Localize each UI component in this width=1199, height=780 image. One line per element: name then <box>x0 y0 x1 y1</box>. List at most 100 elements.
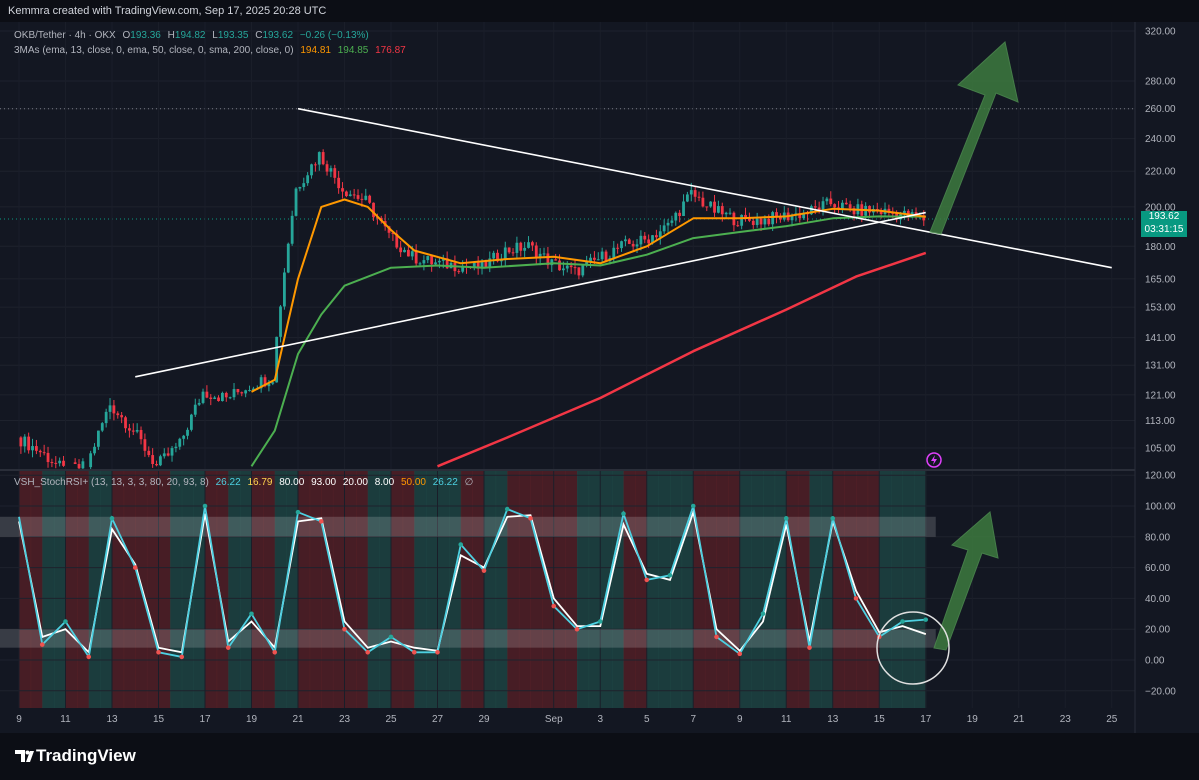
candle-body <box>759 218 763 225</box>
high-value: 194.82 <box>174 30 206 41</box>
candle-body <box>542 253 546 255</box>
osc-shade-strip <box>88 471 101 708</box>
time-tick-label: 19 <box>967 714 979 725</box>
stoch-cross-dot <box>760 611 766 617</box>
osc-shade-strip <box>507 471 520 708</box>
candle-body <box>763 218 767 225</box>
candle-body <box>89 453 93 468</box>
candle-body <box>190 414 193 430</box>
candle-body <box>356 195 360 199</box>
candle-body <box>678 212 682 217</box>
osc-shade-strip <box>402 471 415 708</box>
osc-shade-strip <box>530 471 543 708</box>
alert-icon[interactable] <box>926 452 942 468</box>
osc-shade-strip <box>890 471 903 708</box>
candle-body <box>682 201 685 217</box>
stoch-cross-dot <box>737 651 743 657</box>
osc-shade-strip <box>542 471 555 708</box>
candle-body <box>596 259 600 261</box>
candle-body <box>705 206 709 208</box>
candle-body <box>155 464 158 466</box>
candle-body <box>686 194 689 202</box>
candle-body <box>775 212 778 216</box>
candle-body <box>310 164 313 176</box>
ma-indicator-name[interactable]: 3MAs (ema, 13, close, 0, ema, 50, close,… <box>14 45 294 56</box>
candle-body <box>62 460 65 466</box>
candle-body <box>515 242 519 253</box>
candle-body <box>100 423 104 431</box>
candle-body <box>131 430 135 432</box>
candle-body <box>717 206 720 213</box>
candle-body <box>97 430 100 447</box>
tradingview-logo[interactable]: TradingView <box>14 744 136 768</box>
symbol-name[interactable]: OKB/Tether · 4h · OKX <box>14 30 116 41</box>
osc-shade-strip <box>321 471 334 708</box>
candle-body <box>507 247 511 253</box>
candle-body <box>492 252 496 259</box>
candle-body <box>333 168 337 178</box>
ma-row: 3MAs (ema, 13, close, 0, ema, 50, close,… <box>14 43 406 58</box>
candle-body <box>771 212 775 225</box>
main-legend: OKB/Tether · 4h · OKX O193.36 H194.82 L1… <box>14 28 406 58</box>
candle-body <box>523 247 527 251</box>
osc-value-lower-extreme: 8.00 <box>374 477 395 488</box>
chart-canvas[interactable]: 105.00 113.00 121.00 131.00 141.00 153.00 165.… <box>0 0 1199 733</box>
osc-value-mid: 50.00 <box>400 477 426 488</box>
osc-shade-strip <box>437 471 450 708</box>
osc-value-upper: 80.00 <box>279 477 305 488</box>
candle-body <box>670 220 674 223</box>
osc-indicator-name[interactable]: VSH_StochRSI+ (13, 13, 3, 3, 80, 20, 93,… <box>14 477 209 488</box>
candle-body <box>577 267 581 276</box>
price-tick-label: 131.00 <box>1145 361 1176 372</box>
stoch-cross-dot <box>318 519 324 524</box>
osc-shade-strip <box>100 471 113 708</box>
candle-body <box>728 212 732 214</box>
high-label: H <box>167 30 175 41</box>
price-tick-label: 113.00 <box>1145 416 1175 427</box>
candle-body <box>635 244 639 247</box>
price-axis: 105.00 113.00 121.00 131.00 141.00 153.00 165.… <box>1145 27 1176 455</box>
time-tick-label: 21 <box>292 714 304 725</box>
osc-shade-strip <box>53 471 66 708</box>
candle-body <box>693 190 697 197</box>
candle-body <box>186 429 189 436</box>
candle-body <box>23 436 27 447</box>
candle-body <box>767 218 771 225</box>
time-tick-label: 21 <box>1013 714 1025 725</box>
ma-value-ema13: 194.81 <box>300 45 331 56</box>
candle-body <box>209 397 213 399</box>
candle-body <box>666 222 670 226</box>
candle-body <box>193 404 197 415</box>
candle-body <box>221 392 224 402</box>
candle-body <box>174 446 178 449</box>
candle-body <box>519 242 523 251</box>
osc-tick-label: 120.00 <box>1145 471 1176 482</box>
candle-body <box>720 206 724 215</box>
stoch-cross-dot <box>528 516 533 521</box>
time-tick-label: 23 <box>339 714 351 725</box>
stoch-cross-dot <box>667 573 673 578</box>
osc-value-d: 16.79 <box>247 477 273 488</box>
osc-value-tail: ∅ <box>464 477 474 488</box>
osc-shade-strip <box>158 471 171 708</box>
candle-body <box>604 251 608 262</box>
price-tick-label: 165.00 <box>1145 274 1176 285</box>
time-tick-label: 25 <box>385 714 397 725</box>
time-tick-label: Sep <box>545 714 563 725</box>
candle-body <box>58 460 62 464</box>
stoch-cross-dot <box>132 565 138 570</box>
candle-body <box>124 417 127 429</box>
osc-shade-strip <box>728 471 741 708</box>
stoch-cross-dot <box>690 503 696 509</box>
candle-body <box>569 265 573 268</box>
osc-shade-strip <box>251 471 264 708</box>
last-price-badge: 193.62 <box>1141 211 1187 224</box>
stoch-cross-dot <box>342 626 347 632</box>
price-tick-label: 220.00 <box>1145 167 1176 178</box>
osc-shade-strip <box>484 471 497 708</box>
stoch-cross-dot <box>783 516 789 521</box>
osc-shade-strip <box>239 471 252 708</box>
ma-value-ema50: 194.85 <box>337 45 369 56</box>
candle-body <box>352 194 356 196</box>
candle-body <box>410 251 414 257</box>
